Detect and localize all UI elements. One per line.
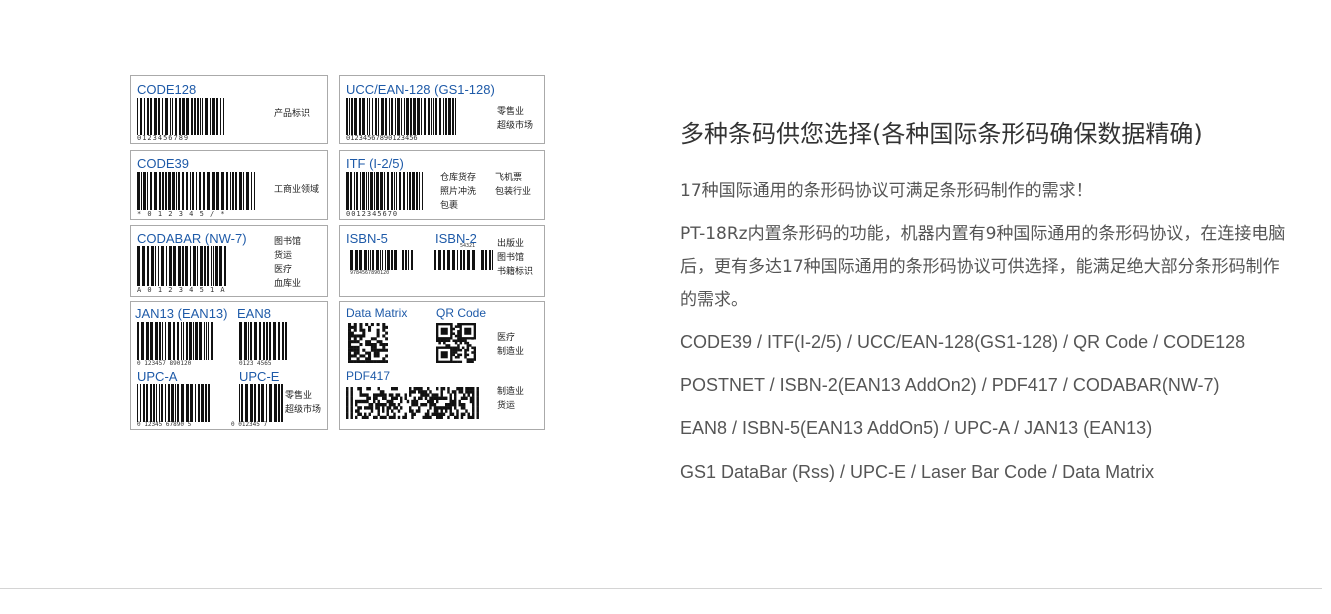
barcode-title: CODE39 [137, 156, 190, 171]
barcode-digits: 01234567890123456 [346, 134, 418, 142]
usage-tag: 图书馆 [497, 253, 525, 263]
barcode-graphic [137, 384, 210, 422]
usage-tag: 包裹 [440, 201, 459, 211]
usage-tag: 书籍标识 [497, 267, 534, 277]
barcode-graphic [402, 250, 413, 270]
barcode-cell-itf: ITF (I-2/5) 0012345670 仓库货存 照片冲洗 包裹 飞机票 … [339, 150, 545, 220]
barcode-cell-ucc-ean128: UCC/EAN-128 (GS1-128) 01234567890123456 … [339, 75, 545, 144]
usage-tag: 出版业 [497, 239, 525, 249]
barcode-digits: 0123 4565 [239, 360, 272, 367]
barcode-cell-code39: CODE39 * 0 1 2 3 4 5 / * 工商业领域 [130, 150, 328, 220]
barcode-cell-code128: CODE128 0123456789 产品标识 [130, 75, 328, 144]
barcode-graphic [137, 172, 255, 210]
barcode-cell-jan-upc: JAN13 (EAN13) EAN8 0 123457 890120 0123 … [130, 301, 328, 430]
qr-code-graphic [436, 323, 476, 363]
usage-tag: 超级市场 [497, 121, 534, 131]
barcode-title: ISBN-5 [346, 231, 388, 246]
barcode-title: CODABAR (NW-7) [137, 231, 247, 246]
barcode-graphic [434, 250, 475, 270]
barcode-title: JAN13 (EAN13) [135, 306, 228, 321]
usage-tag: 货运 [497, 401, 516, 411]
barcode-list-line: POSTNET / ISBN-2(EAN13 AddOn2) / PDF417 … [680, 375, 1220, 395]
usage-tag: 工商业领域 [274, 185, 320, 195]
barcode-title: ITF (I-2/5) [346, 156, 404, 171]
usage-tag: 货运 [274, 251, 293, 261]
barcode-digits: * 0 1 2 3 4 5 / * [137, 210, 226, 218]
barcode-title: UCC/EAN-128 (GS1-128) [346, 82, 495, 97]
usage-tag: 包装行业 [495, 187, 532, 197]
barcode-digits: 9784567890120 [350, 270, 390, 276]
barcode-graphic [239, 384, 283, 422]
barcode-graphic [137, 322, 213, 360]
usage-tag: 图书馆 [274, 237, 302, 247]
barcode-title: UPC-E [239, 369, 280, 384]
barcode-graphic [346, 98, 456, 135]
usage-tag: 照片冲洗 [440, 187, 477, 197]
barcode-graphic [239, 322, 287, 360]
section-title: 多种条码供您选择(各种国际条形码确保数据精确) [680, 120, 1203, 148]
barcode-cell-isbn: ISBN-5 ISBN-2 9784567890120 54321 出版业 图书… [339, 225, 545, 297]
barcode-title: UPC-A [137, 369, 178, 384]
barcode-graphic [137, 246, 226, 286]
section-intro: 17种国际通用的条形码协议可满足条形码制作的需求！ [680, 181, 1093, 201]
barcode-digits: 0 123457 890120 [137, 360, 192, 367]
barcode-title: EAN8 [237, 306, 271, 321]
barcode-graphic [350, 250, 397, 270]
barcode-digits: 0 12345 67890 5 [137, 421, 192, 428]
barcode-graphic [137, 98, 224, 135]
usage-tag: 血库业 [274, 279, 302, 289]
barcode-digits: 54321 [460, 243, 476, 249]
usage-tag: 制造业 [497, 347, 525, 357]
section-body: PT-18Rz内置条形码的功能，机器内置有9种国际通用的条形码协议，在连接电脑后… [680, 224, 1286, 310]
barcode-digits: 0123456789 [137, 134, 190, 142]
usage-tag: 零售业 [285, 391, 313, 401]
usage-tag: 零售业 [497, 107, 525, 117]
barcode-types-image: CODE128 0123456789 产品标识 UCC/EAN-128 (GS1… [130, 72, 545, 432]
barcode-list-line: EAN8 / ISBN-5(EAN13 AddOn5) / UPC-A / JA… [680, 418, 1153, 438]
data-matrix-graphic [348, 323, 388, 363]
usage-tag: 医疗 [274, 265, 293, 275]
barcode-title: CODE128 [137, 82, 197, 97]
barcode-graphic [481, 250, 493, 270]
barcode-digits: A 0 1 2 3 4 5 1 A [137, 286, 226, 294]
pdf417-graphic [346, 387, 481, 419]
barcode-title: PDF417 [346, 369, 391, 383]
usage-tag: 医疗 [497, 333, 516, 343]
usage-tag: 超级市场 [285, 405, 322, 415]
barcode-list-line: GS1 DataBar (Rss) / UPC-E / Laser Bar Co… [680, 462, 1155, 482]
barcode-cell-2d: Data Matrix QR Code 医疗 制造业 PDF417 制造业 货运 [339, 301, 545, 430]
barcode-cell-codabar: CODABAR (NW-7) A 0 1 2 3 4 5 1 A 图书馆 货运 … [130, 225, 328, 297]
barcode-title: QR Code [436, 306, 487, 320]
barcode-digits: 0 012345 7 [231, 421, 268, 428]
barcode-list-line: CODE39 / ITF(I-2/5) / UCC/EAN-128(GS1-12… [680, 332, 1246, 352]
barcode-graphic [346, 172, 423, 210]
usage-tag: 制造业 [497, 387, 525, 397]
usage-tag: 仓库货存 [440, 173, 477, 183]
usage-tag: 产品标识 [274, 109, 311, 119]
barcode-digits: 0012345670 [346, 210, 399, 218]
barcode-title: Data Matrix [346, 306, 408, 320]
bottom-divider [0, 588, 1322, 589]
usage-tag: 飞机票 [495, 173, 523, 183]
